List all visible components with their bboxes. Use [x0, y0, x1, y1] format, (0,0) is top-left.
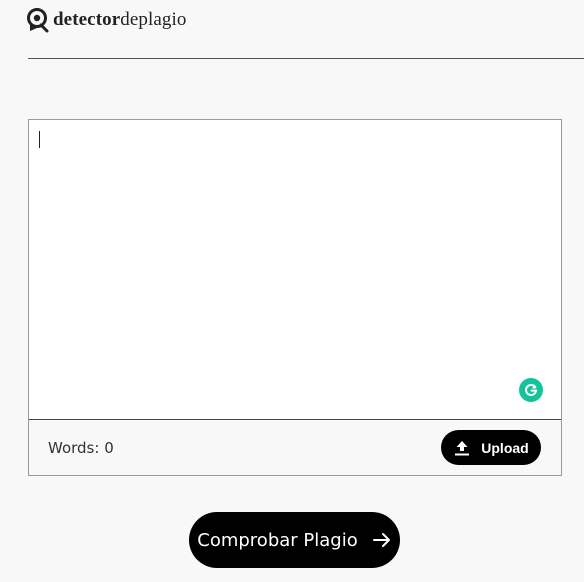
page: detectordeplagio Words: 0 Upload Comprob…: [0, 0, 584, 582]
grammarly-icon[interactable]: [519, 378, 543, 402]
grammarly-g-glyph: [525, 384, 538, 396]
logo-text-bold: detector: [53, 9, 121, 30]
arrow-right-icon: [372, 533, 390, 547]
upload-button[interactable]: Upload: [441, 430, 541, 465]
logo-text-light: deplagio: [120, 9, 187, 30]
upload-icon: [455, 440, 470, 455]
magnifier-logo-icon: [27, 8, 49, 33]
upload-button-label: Upload: [481, 439, 529, 456]
logo-wordmark: detectordeplagio: [53, 7, 187, 33]
site-logo[interactable]: detectordeplagio: [27, 7, 187, 33]
word-count: Words: 0: [48, 439, 114, 457]
editor-footer: Words: 0 Upload: [29, 419, 561, 475]
check-plagiarism-button[interactable]: Comprobar Plagio: [189, 512, 400, 568]
text-editor: Words: 0 Upload: [28, 119, 562, 476]
check-button-label: Comprobar Plagio: [197, 529, 358, 551]
header-divider: [28, 58, 584, 59]
text-input[interactable]: [29, 120, 561, 419]
text-cursor: [39, 131, 40, 148]
